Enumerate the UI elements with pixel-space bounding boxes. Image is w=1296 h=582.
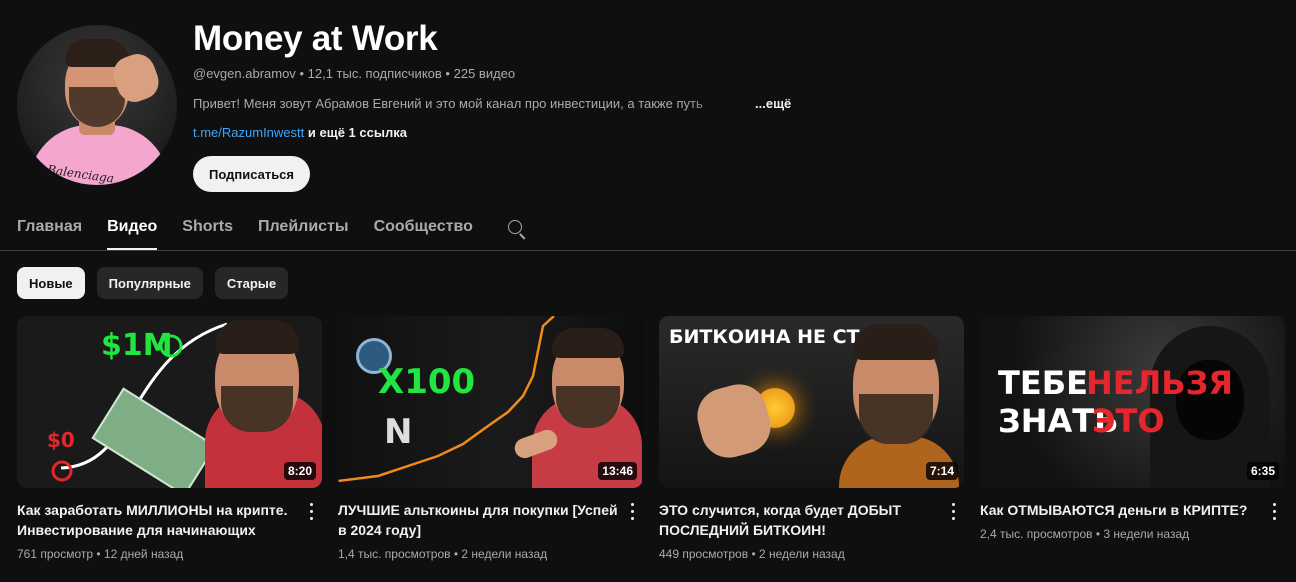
video-meta: 761 просмотр • 12 дней назад — [17, 547, 184, 561]
tab-videos[interactable]: Видео — [107, 207, 158, 250]
more-options-icon[interactable] — [304, 502, 320, 522]
tab-playlists[interactable]: Плейлисты — [258, 207, 349, 250]
view-count: 1,4 тыс. просмотров — [338, 547, 451, 561]
thumb-label: $1M — [101, 328, 173, 363]
search-icon[interactable] — [506, 218, 528, 240]
channel-link[interactable]: t.me/RazumInwestt — [193, 125, 304, 140]
upload-age: 2 недели назад — [758, 547, 845, 561]
video-count: 225 видео — [453, 66, 516, 81]
channel-handle: @evgen.abramov — [193, 66, 296, 81]
tab-shorts[interactable]: Shorts — [182, 207, 233, 250]
channel-header: Balenciaga Money at Work @evgen.abramov … — [17, 19, 1277, 195]
more-links-button[interactable]: и ещё 1 ссылка — [308, 125, 407, 140]
channel-title: Money at Work — [193, 19, 438, 58]
video-meta: 1,4 тыс. просмотров • 2 недели назад — [338, 547, 548, 561]
chip-popular[interactable]: Популярные — [96, 267, 203, 299]
chip-newest[interactable]: Новые — [17, 267, 85, 299]
video-duration: 8:20 — [283, 462, 316, 480]
upload-age: 12 дней назад — [103, 547, 184, 561]
video-thumbnail[interactable]: X100 N 13:46 — [338, 316, 643, 488]
video-title[interactable]: ЛУЧШИЕ альткоины для покупки [Успей в 20… — [338, 500, 618, 540]
tab-home[interactable]: Главная — [17, 207, 82, 250]
video-card[interactable]: БИТКОИНА НЕ СТАНЕТ 7:14 ЭТО случится, ко… — [659, 316, 964, 576]
thumb-label: $0 — [47, 428, 75, 452]
video-grid: $1M $0 8:20 Как заработать МИЛЛИОНЫ на к… — [17, 316, 1287, 576]
tab-community[interactable]: Сообщество — [374, 207, 473, 250]
video-thumbnail[interactable]: ТЕБЕ НЕЛЬЗЯ ЗНАТЬ ЭТО 6:35 — [980, 316, 1285, 488]
channel-tabs: Главная Видео Shorts Плейлисты Сообществ… — [17, 207, 528, 251]
video-duration: 7:14 — [925, 462, 958, 480]
subscribe-button[interactable]: Подписаться — [193, 156, 311, 192]
thumb-label: НЕЛЬЗЯ — [1086, 364, 1233, 402]
video-card[interactable]: X100 N 13:46 ЛУЧШИЕ альткоины для покупк… — [338, 316, 643, 576]
video-meta: 449 просмотров • 2 недели назад — [659, 547, 845, 561]
view-count: 761 просмотр — [17, 547, 94, 561]
thumb-label: ЭТО — [1092, 402, 1165, 440]
description-text: Привет! Меня зовут Абрамов Евгений и это… — [193, 96, 703, 111]
video-thumbnail[interactable]: БИТКОИНА НЕ СТАНЕТ 7:14 — [659, 316, 964, 488]
thumb-label: X100 — [378, 362, 476, 402]
description-more-link[interactable]: ...ещё — [755, 96, 791, 111]
chip-oldest[interactable]: Старые — [214, 267, 289, 299]
view-count: 2,4 тыс. просмотров — [980, 527, 1093, 541]
more-options-icon[interactable] — [946, 502, 962, 522]
video-duration: 13:46 — [598, 462, 637, 480]
video-title[interactable]: Как заработать МИЛЛИОНЫ на крипте. Инвес… — [17, 500, 297, 540]
channel-description[interactable]: Привет! Меня зовут Абрамов Евгений и это… — [193, 96, 791, 111]
video-title[interactable]: ЭТО случится, когда будет ДОБЫТ ПОСЛЕДНИ… — [659, 500, 939, 540]
n-logo-icon: N — [384, 412, 413, 452]
video-title[interactable]: Как ОТМЫВАЮТСЯ деньги в КРИПТЕ? — [980, 500, 1260, 520]
channel-avatar[interactable]: Balenciaga — [17, 25, 177, 185]
video-meta: 2,4 тыс. просмотров • 3 недели назад — [980, 527, 1190, 541]
more-options-icon[interactable] — [625, 502, 641, 522]
sort-chips: Новые Популярные Старые — [17, 267, 289, 299]
thumb-label: ТЕБЕ — [998, 364, 1088, 402]
subscriber-count: 12,1 тыс. подписчиков — [307, 66, 442, 81]
upload-age: 3 недели назад — [1103, 527, 1190, 541]
channel-meta: @evgen.abramov • 12,1 тыс. подписчиков •… — [193, 66, 516, 81]
view-count: 449 просмотров — [659, 547, 749, 561]
video-card[interactable]: $1M $0 8:20 Как заработать МИЛЛИОНЫ на к… — [17, 316, 322, 576]
upload-age: 2 недели назад — [461, 547, 548, 561]
video-card[interactable]: ТЕБЕ НЕЛЬЗЯ ЗНАТЬ ЭТО 6:35 Как ОТМЫВАЮТС… — [980, 316, 1285, 576]
tabs-divider — [0, 250, 1296, 251]
more-options-icon[interactable] — [1267, 502, 1283, 522]
video-thumbnail[interactable]: $1M $0 8:20 — [17, 316, 322, 488]
video-duration: 6:35 — [1246, 462, 1279, 480]
channel-links: t.me/RazumInwestt и ещё 1 ссылка — [193, 125, 407, 140]
